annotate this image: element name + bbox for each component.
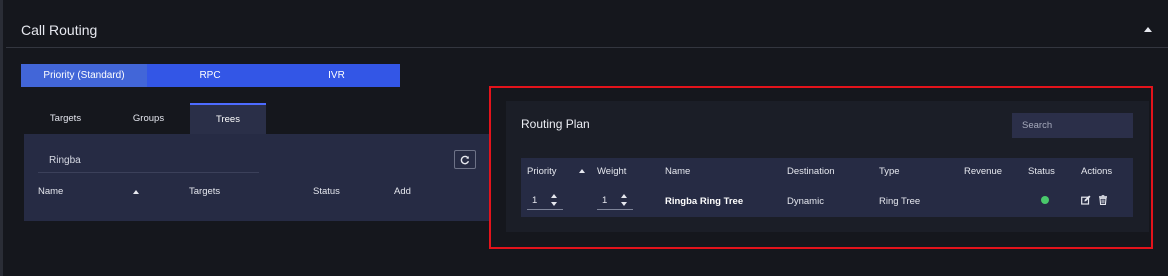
column-add: Add <box>394 186 411 197</box>
trees-filter-field <box>38 148 259 173</box>
column-status: Status <box>1028 166 1055 177</box>
tab-rpc[interactable]: RPC <box>147 64 273 87</box>
stepper-up-icon[interactable] <box>621 194 627 198</box>
column-type: Type <box>879 166 900 177</box>
stepper-down-icon[interactable] <box>621 202 627 206</box>
stepper-up-icon[interactable] <box>551 194 557 198</box>
tab-groups[interactable]: Groups <box>107 103 190 134</box>
trash-icon[interactable] <box>1098 195 1108 205</box>
column-priority[interactable]: Priority <box>527 166 557 177</box>
column-targets: Targets <box>189 186 221 197</box>
trees-filter-input[interactable] <box>38 148 259 172</box>
status-active-dot <box>1041 196 1049 204</box>
column-destination: Destination <box>787 166 835 177</box>
routing-plan-title: Routing Plan <box>521 117 590 131</box>
sort-up-icon[interactable] <box>133 190 139 194</box>
priority-input[interactable]: 1 <box>527 191 563 210</box>
routing-mode-tabs: Priority (Standard) RPC IVR <box>21 64 400 87</box>
column-revenue: Revenue <box>964 166 1003 177</box>
weight-stepper[interactable] <box>620 191 630 209</box>
routing-search-input[interactable] <box>1012 113 1133 138</box>
weight-input[interactable]: 1 <box>597 191 633 210</box>
trees-panel: Name Targets Status Add <box>24 134 490 221</box>
tab-trees[interactable]: Trees <box>190 103 266 134</box>
sort-up-icon[interactable] <box>579 169 585 173</box>
tab-priority-standard[interactable]: Priority (Standard) <box>21 64 147 87</box>
column-name[interactable]: Name <box>38 186 63 197</box>
column-name: Name <box>665 166 691 177</box>
routing-plan-table: Priority Weight Name Destination Type Re… <box>521 158 1133 217</box>
section-title: Call Routing <box>21 22 98 38</box>
edit-icon[interactable] <box>1081 195 1091 205</box>
row-destination: Dynamic <box>787 196 824 207</box>
entity-tabs: Targets Groups Trees <box>24 103 266 134</box>
tab-targets[interactable]: Targets <box>24 103 107 134</box>
refresh-button[interactable] <box>454 150 476 169</box>
priority-value: 1 <box>532 195 538 206</box>
column-status: Status <box>313 186 340 197</box>
weight-value: 1 <box>602 195 608 206</box>
refresh-icon <box>460 155 470 164</box>
tab-ivr[interactable]: IVR <box>273 64 400 87</box>
row-name: Ringba Ring Tree <box>665 196 744 207</box>
row-type: Ring Tree <box>879 196 921 207</box>
routing-plan-panel: Routing Plan Priority Weight Name Destin… <box>506 101 1149 232</box>
column-weight: Weight <box>597 166 627 177</box>
divider <box>6 47 1168 48</box>
stepper-down-icon[interactable] <box>551 202 557 206</box>
priority-stepper[interactable] <box>550 191 560 209</box>
column-actions: Actions <box>1081 166 1113 177</box>
call-routing-section: Call Routing Priority (Standard) RPC IVR… <box>0 0 1168 276</box>
collapse-up-icon[interactable] <box>1144 27 1152 32</box>
